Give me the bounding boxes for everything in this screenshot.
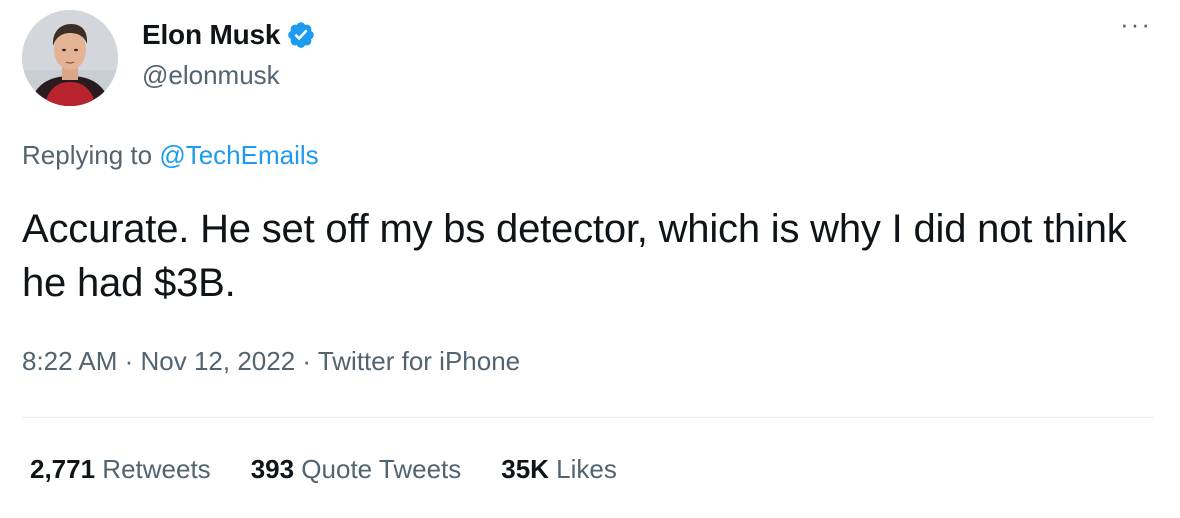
retweets-stat[interactable]: 2,771 Retweets [30,454,211,485]
verified-badge-icon [286,20,316,50]
retweets-label: Retweets [95,454,211,484]
quote-tweets-stat[interactable]: 393 Quote Tweets [251,454,462,485]
author-header: Elon Musk @elonmusk [142,16,316,91]
tweet-date[interactable]: Nov 12, 2022 [141,346,296,376]
replying-to: Replying to @TechEmails [22,140,319,171]
meta-separator: · [117,346,141,376]
display-name[interactable]: Elon Musk [142,19,280,51]
tweet-meta: 8:22 AM · Nov 12, 2022 · Twitter for iPh… [22,346,520,377]
likes-count: 35K [501,454,549,484]
quote-tweets-label: Quote Tweets [294,454,462,484]
tweet-card: Elon Musk @elonmusk ··· Replying to @Tec… [0,0,1180,518]
reply-target-link[interactable]: @TechEmails [159,140,318,170]
engagement-stats: 2,771 Retweets 393 Quote Tweets 35K Like… [30,454,657,485]
author-handle[interactable]: @elonmusk [142,60,316,91]
tweet-text: Accurate. He set off my bs detector, whi… [22,207,1127,305]
quote-tweets-count: 393 [250,454,295,484]
meta-separator: · [295,346,318,376]
replying-to-label: Replying to [22,140,160,170]
divider [22,417,1154,418]
likes-stat[interactable]: 35K Likes [501,454,617,485]
retweets-count: 2,771 [30,454,96,484]
tweet-time[interactable]: 8:22 AM [22,346,117,376]
likes-label: Likes [548,454,617,484]
tweet-source[interactable]: Twitter for iPhone [318,346,520,376]
name-row: Elon Musk [142,16,316,54]
avatar[interactable] [22,10,118,106]
more-options-icon[interactable]: ··· [1120,11,1152,37]
avatar-image [22,10,118,106]
